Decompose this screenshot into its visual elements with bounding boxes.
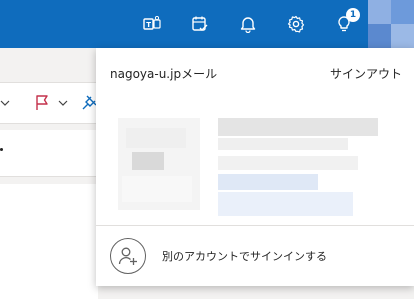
sign-out-link[interactable]: サインアウト (330, 65, 402, 82)
chevron-down-icon[interactable] (0, 96, 14, 110)
account-manager-flyout: nagoya-u.jpメール サインアウト 別のアカウントでサインインする (96, 48, 414, 286)
chevron-down-icon[interactable] (58, 96, 70, 110)
mail-toolbar-row (0, 82, 98, 124)
flyout-header: nagoya-u.jpメール サインアウト (96, 48, 414, 98)
message-body (0, 184, 98, 299)
notification-badge: 1 (346, 8, 360, 22)
profile-section (96, 98, 414, 223)
organization-name: nagoya-u.jpメール (110, 67, 218, 81)
account-avatar-button[interactable] (368, 0, 414, 48)
my-day-icon[interactable] (180, 0, 220, 48)
svg-text:T: T (146, 21, 151, 29)
message-header-card (0, 130, 98, 177)
bell-icon[interactable] (228, 0, 268, 48)
person-add-icon (110, 238, 146, 274)
gear-icon[interactable] (276, 0, 316, 48)
top-bar: T 1 (0, 0, 414, 48)
profile-name (218, 118, 378, 136)
teams-icon[interactable]: T (132, 0, 172, 48)
my-account-link[interactable] (218, 174, 318, 190)
sign-in-another-account-button[interactable]: 別のアカウントでサインインする (96, 226, 414, 286)
flag-icon[interactable] (34, 94, 50, 112)
sign-in-another-account-label: 別のアカウントでサインインする (162, 250, 327, 263)
profile-picture (118, 118, 200, 210)
profile-email (218, 156, 358, 170)
tips-lightbulb-icon[interactable]: 1 (324, 0, 364, 48)
